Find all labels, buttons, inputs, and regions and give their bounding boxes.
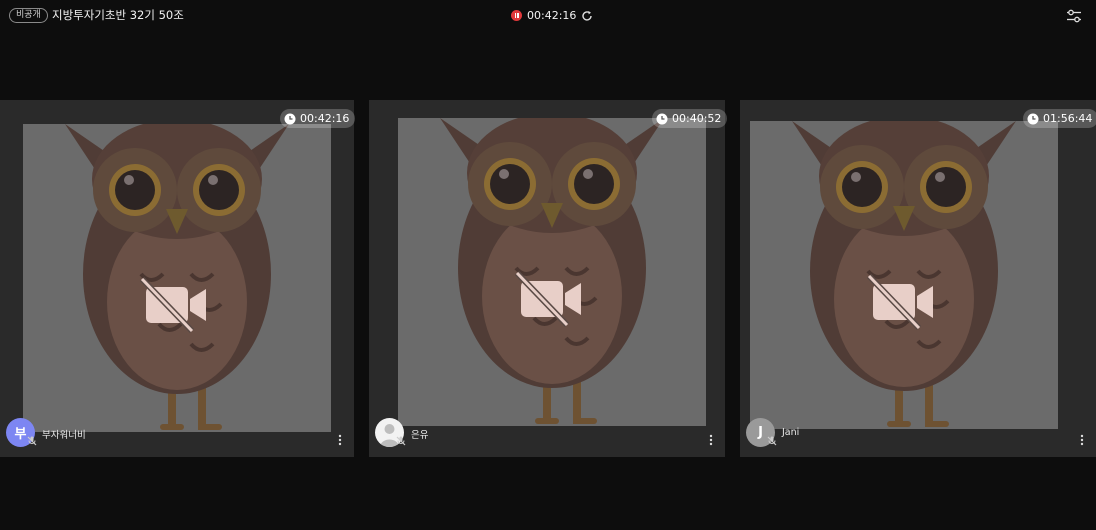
clock-icon xyxy=(656,113,668,124)
video-placeholder xyxy=(23,124,331,432)
elapsed-timer: 00:42:16 xyxy=(280,109,356,128)
participant-name: Jani xyxy=(782,427,800,438)
room-title: 지방투자기초반 32기 50조 xyxy=(52,8,184,22)
participant-name: 은유 xyxy=(411,430,429,441)
participant-tile-3[interactable]: 01:56:44 J Jani xyxy=(740,100,1096,457)
video-placeholder xyxy=(750,121,1058,429)
visibility-badge: 비공개 xyxy=(9,8,48,23)
mic-off-icon xyxy=(767,436,777,446)
more-vertical-icon[interactable] xyxy=(709,434,713,446)
participant-name: 부자워너비 xyxy=(42,430,86,441)
participant-tile-1[interactable]: 00:42:16 부 부자워너비 xyxy=(0,100,356,457)
elapsed-time: 00:42:16 xyxy=(300,112,350,125)
top-bar: 비공개 지방투자기초반 32기 50조 00:42:16 xyxy=(0,0,1096,32)
mic-off-icon xyxy=(396,436,406,446)
elapsed-timer: 01:56:44 xyxy=(1023,109,1096,128)
more-vertical-icon[interactable] xyxy=(1080,434,1084,446)
more-vertical-icon[interactable] xyxy=(338,434,342,446)
clock-icon xyxy=(1027,113,1039,124)
recording-time: 00:42:16 xyxy=(527,9,577,22)
video-placeholder xyxy=(398,118,706,426)
camera-off-icon xyxy=(867,274,939,330)
camera-off-icon xyxy=(515,271,587,327)
recording-status: 00:42:16 xyxy=(511,8,593,23)
avatar-letter: J xyxy=(758,425,763,440)
mic-off-icon xyxy=(27,436,37,446)
elapsed-timer: 00:40:52 xyxy=(652,109,728,128)
refresh-icon[interactable] xyxy=(581,10,593,22)
elapsed-time: 01:56:44 xyxy=(1043,112,1093,125)
recording-pause-icon[interactable] xyxy=(511,10,522,21)
elapsed-time: 00:40:52 xyxy=(672,112,722,125)
participant-tile-2[interactable]: 00:40:52 은유 xyxy=(369,100,728,457)
sliders-icon[interactable] xyxy=(1066,9,1082,23)
avatar-letter: 부 xyxy=(14,427,27,442)
camera-off-icon xyxy=(140,277,212,333)
clock-icon xyxy=(284,113,296,124)
